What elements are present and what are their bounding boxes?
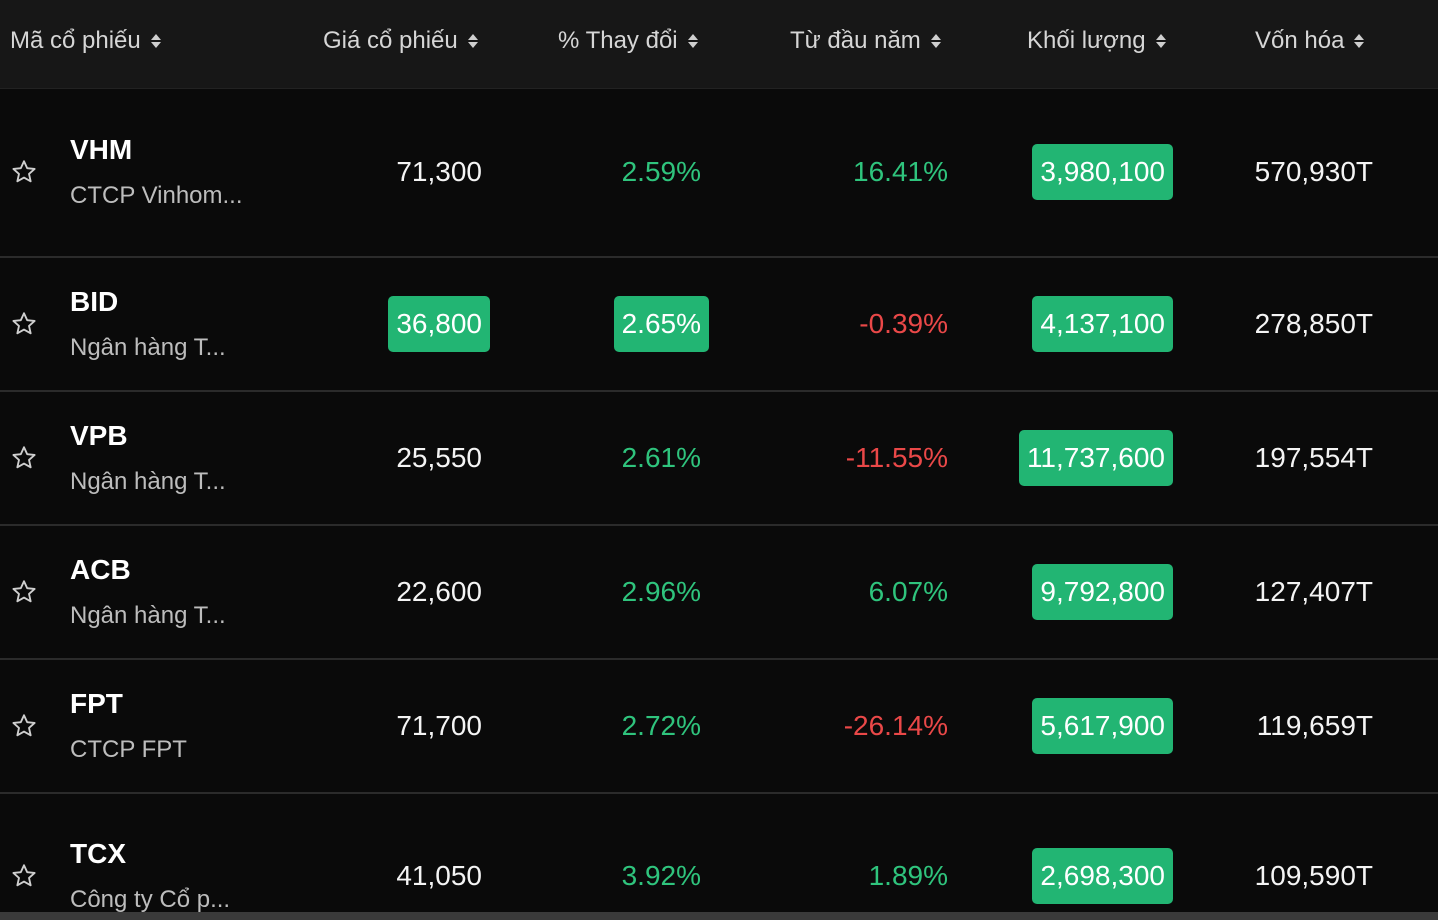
change-percent: 3.92% [621, 860, 701, 891]
column-header-symbol[interactable]: Mã cổ phiếu [10, 0, 161, 82]
market-cap-value: 109,590T [1254, 860, 1373, 891]
column-header-volume-label: Khối lượng [1027, 27, 1146, 54]
price-value: 25,550 [396, 442, 482, 473]
price-value: 22,600 [396, 576, 482, 607]
table-row[interactable]: VPB Ngân hàng T... 25,550 2.61% -11.55% 11,73… [0, 392, 1438, 526]
table-row[interactable]: FPT CTCP FPT 71,700 2.72% -26.14% 5,617,900 11… [0, 660, 1438, 794]
stock-symbol[interactable]: VHM [70, 134, 132, 166]
volume-value: 3,980,100 [1032, 144, 1173, 200]
change-percent: 2.72% [621, 710, 701, 741]
company-name: Ngân hàng T... [70, 602, 226, 629]
ytd-percent: 1.89% [868, 860, 948, 891]
company-name: Công ty Cổ p... [70, 886, 231, 913]
volume-value: 11,737,600 [1018, 430, 1173, 486]
sort-icon[interactable] [1354, 32, 1365, 50]
star-outline-icon[interactable] [10, 862, 38, 890]
ytd-percent: 16.41% [853, 156, 948, 187]
volume-value: 2,698,300 [1032, 848, 1173, 904]
column-header-marketcap-label: Vốn hóa [1255, 27, 1345, 54]
volume-value: 9,792,800 [1032, 564, 1173, 620]
table-row[interactable]: TCX Công ty Cổ p... 41,050 3.92% 1.89% 2,698,… [0, 794, 1438, 914]
price-value: 71,300 [396, 156, 482, 187]
change-percent: 2.59% [621, 156, 701, 187]
sort-icon[interactable] [467, 32, 478, 50]
ytd-percent: -11.55% [845, 442, 948, 473]
table-row[interactable]: BID Ngân hàng T... 36,800 2.65% -0.39% 4,137,… [0, 258, 1438, 392]
column-header-price[interactable]: Giá cổ phiếu [323, 0, 478, 82]
market-cap-value: 570,930T [1254, 156, 1373, 187]
star-outline-icon[interactable] [10, 310, 38, 338]
star-outline-icon[interactable] [10, 578, 38, 606]
column-header-symbol-label: Mã cổ phiếu [10, 27, 141, 54]
column-header-change-label: % Thay đổi [558, 27, 678, 54]
change-percent: 2.96% [621, 576, 701, 607]
company-name: Ngân hàng T... [70, 334, 226, 361]
change-percent: 2.65% [613, 296, 709, 352]
star-outline-icon[interactable] [10, 712, 38, 740]
sort-icon[interactable] [687, 32, 698, 50]
company-name: CTCP FPT [70, 736, 187, 763]
stock-table-body: VHM CTCP Vinhom... 71,300 2.59% 16.41% 3,980,… [0, 88, 1438, 914]
price-value: 71,700 [396, 710, 482, 741]
market-cap-value: 127,407T [1254, 576, 1373, 607]
ytd-percent: -0.39% [859, 308, 948, 339]
table-header: Mã cổ phiếu Giá cổ phiếu % Thay đổi Từ đ… [0, 0, 1438, 89]
table-row[interactable]: VHM CTCP Vinhom... 71,300 2.59% 16.41% 3,980,… [0, 88, 1438, 258]
table-row[interactable]: ACB Ngân hàng T... 22,600 2.96% 6.07% 9,792,8… [0, 526, 1438, 660]
company-name: CTCP Vinhom... [70, 182, 243, 209]
price-value: 41,050 [396, 860, 482, 891]
sort-icon[interactable] [150, 32, 161, 50]
stock-symbol[interactable]: TCX [70, 838, 126, 870]
column-header-ytd[interactable]: Từ đầu năm [790, 0, 941, 82]
column-header-volume[interactable]: Khối lượng [1027, 0, 1166, 82]
market-cap-value: 278,850T [1254, 308, 1373, 339]
change-percent: 2.61% [621, 442, 701, 473]
horizontal-scrollbar[interactable] [0, 912, 1438, 920]
column-header-marketcap[interactable]: Vốn hóa [1255, 0, 1365, 82]
sort-icon[interactable] [930, 32, 941, 50]
column-header-change[interactable]: % Thay đổi [558, 0, 698, 82]
company-name: Ngân hàng T... [70, 468, 226, 495]
market-cap-value: 197,554T [1254, 442, 1373, 473]
stock-symbol[interactable]: ACB [70, 554, 131, 586]
volume-value: 4,137,100 [1032, 296, 1173, 352]
stock-symbol[interactable]: BID [70, 286, 118, 318]
star-outline-icon[interactable] [10, 444, 38, 472]
volume-value: 5,617,900 [1032, 698, 1173, 754]
market-cap-value: 119,659T [1256, 710, 1373, 741]
column-header-ytd-label: Từ đầu năm [790, 27, 921, 54]
ytd-percent: -26.14% [843, 710, 948, 741]
price-value: 36,800 [388, 296, 490, 352]
column-header-price-label: Giá cổ phiếu [323, 27, 458, 54]
star-outline-icon[interactable] [10, 158, 38, 186]
ytd-percent: 6.07% [868, 576, 948, 607]
stock-symbol[interactable]: VPB [70, 420, 128, 452]
stock-symbol[interactable]: FPT [70, 688, 123, 720]
sort-icon[interactable] [1155, 32, 1166, 50]
